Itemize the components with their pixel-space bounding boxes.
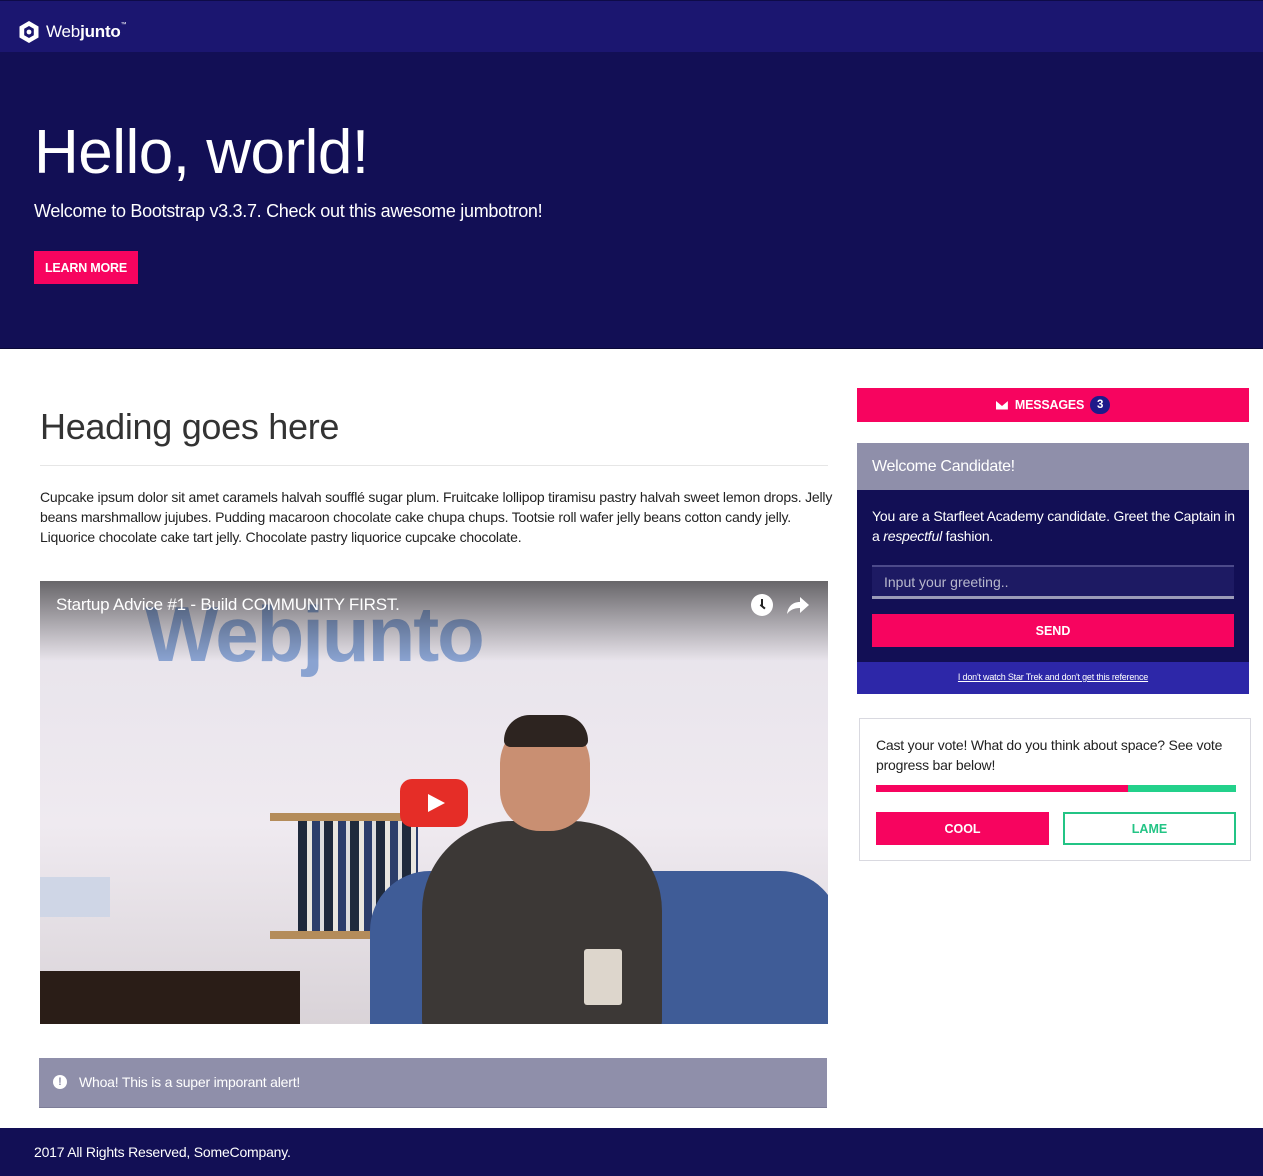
jumbotron-title: Hello, world!	[34, 118, 369, 187]
panel-footer: I don't watch Star Trek and don't get th…	[857, 662, 1249, 694]
body-paragraph: Cupcake ipsum dolor sit amet caramels ha…	[40, 489, 833, 545]
panel-header: Welcome Candidate!	[857, 443, 1249, 490]
vote-card: Cast your vote! What do you think about …	[859, 718, 1251, 861]
navbar: Webjunto™	[0, 0, 1263, 52]
jumbotron-subtitle: Welcome to Bootstrap v3.3.7. Check out t…	[34, 201, 543, 221]
footer: 2017 All Rights Reserved, SomeCompany.	[0, 1128, 1263, 1176]
footer-copyright: 2017 All Rights Reserved, SomeCompany.	[34, 1144, 291, 1160]
vote-progress-bar	[876, 785, 1236, 792]
cool-vote-button[interactable]: COOL	[876, 812, 1049, 845]
alert-text: Whoa! This is a super imporant alert!	[79, 1074, 301, 1090]
panel-title: Welcome Candidate!	[872, 458, 1015, 475]
messages-label: MESSAGES	[1014, 398, 1085, 412]
vote-prompt: Cast your vote! What do you think about …	[876, 737, 1223, 773]
progress-lame-segment	[1128, 785, 1236, 792]
messages-button[interactable]: MESSAGES 3	[857, 388, 1249, 422]
send-button[interactable]: SEND	[872, 614, 1234, 647]
progress-cool-segment	[876, 785, 1128, 792]
brand-name: Webjunto™	[46, 22, 127, 41]
alert-banner: ! Whoa! This is a super imporant alert!	[39, 1058, 827, 1108]
candidate-panel: Welcome Candidate! You are a Starfleet A…	[857, 443, 1249, 694]
section-heading: Heading goes here	[40, 406, 340, 447]
video-title[interactable]: Startup Advice #1 - Build COMMUNITY FIRS…	[56, 595, 400, 615]
hexagon-logo-icon	[19, 21, 39, 43]
messages-count-badge: 3	[1090, 396, 1111, 414]
greeting-input[interactable]	[872, 565, 1234, 599]
envelope-icon	[995, 400, 1008, 410]
exclamation-circle-icon: !	[53, 1075, 67, 1089]
star-trek-reference-link[interactable]: I don't watch Star Trek and don't get th…	[958, 672, 1148, 682]
divider	[40, 465, 828, 466]
lame-vote-button[interactable]: LAME	[1063, 812, 1236, 845]
video-player[interactable]: Webjunto Startup Advice #1 - Build COMMU…	[40, 581, 828, 1024]
share-arrow-icon[interactable]	[786, 594, 810, 616]
panel-instructions: You are a Starfleet Academy candidate. G…	[872, 508, 1235, 544]
brand-logo[interactable]: Webjunto™	[17, 17, 127, 47]
watch-later-clock-icon[interactable]	[751, 594, 773, 616]
panel-body: You are a Starfleet Academy candidate. G…	[857, 490, 1249, 662]
play-button-icon[interactable]	[400, 779, 468, 827]
learn-more-button[interactable]: LEARN MORE	[34, 251, 138, 284]
jumbotron: Hello, world! Welcome to Bootstrap v3.3.…	[0, 52, 1263, 349]
